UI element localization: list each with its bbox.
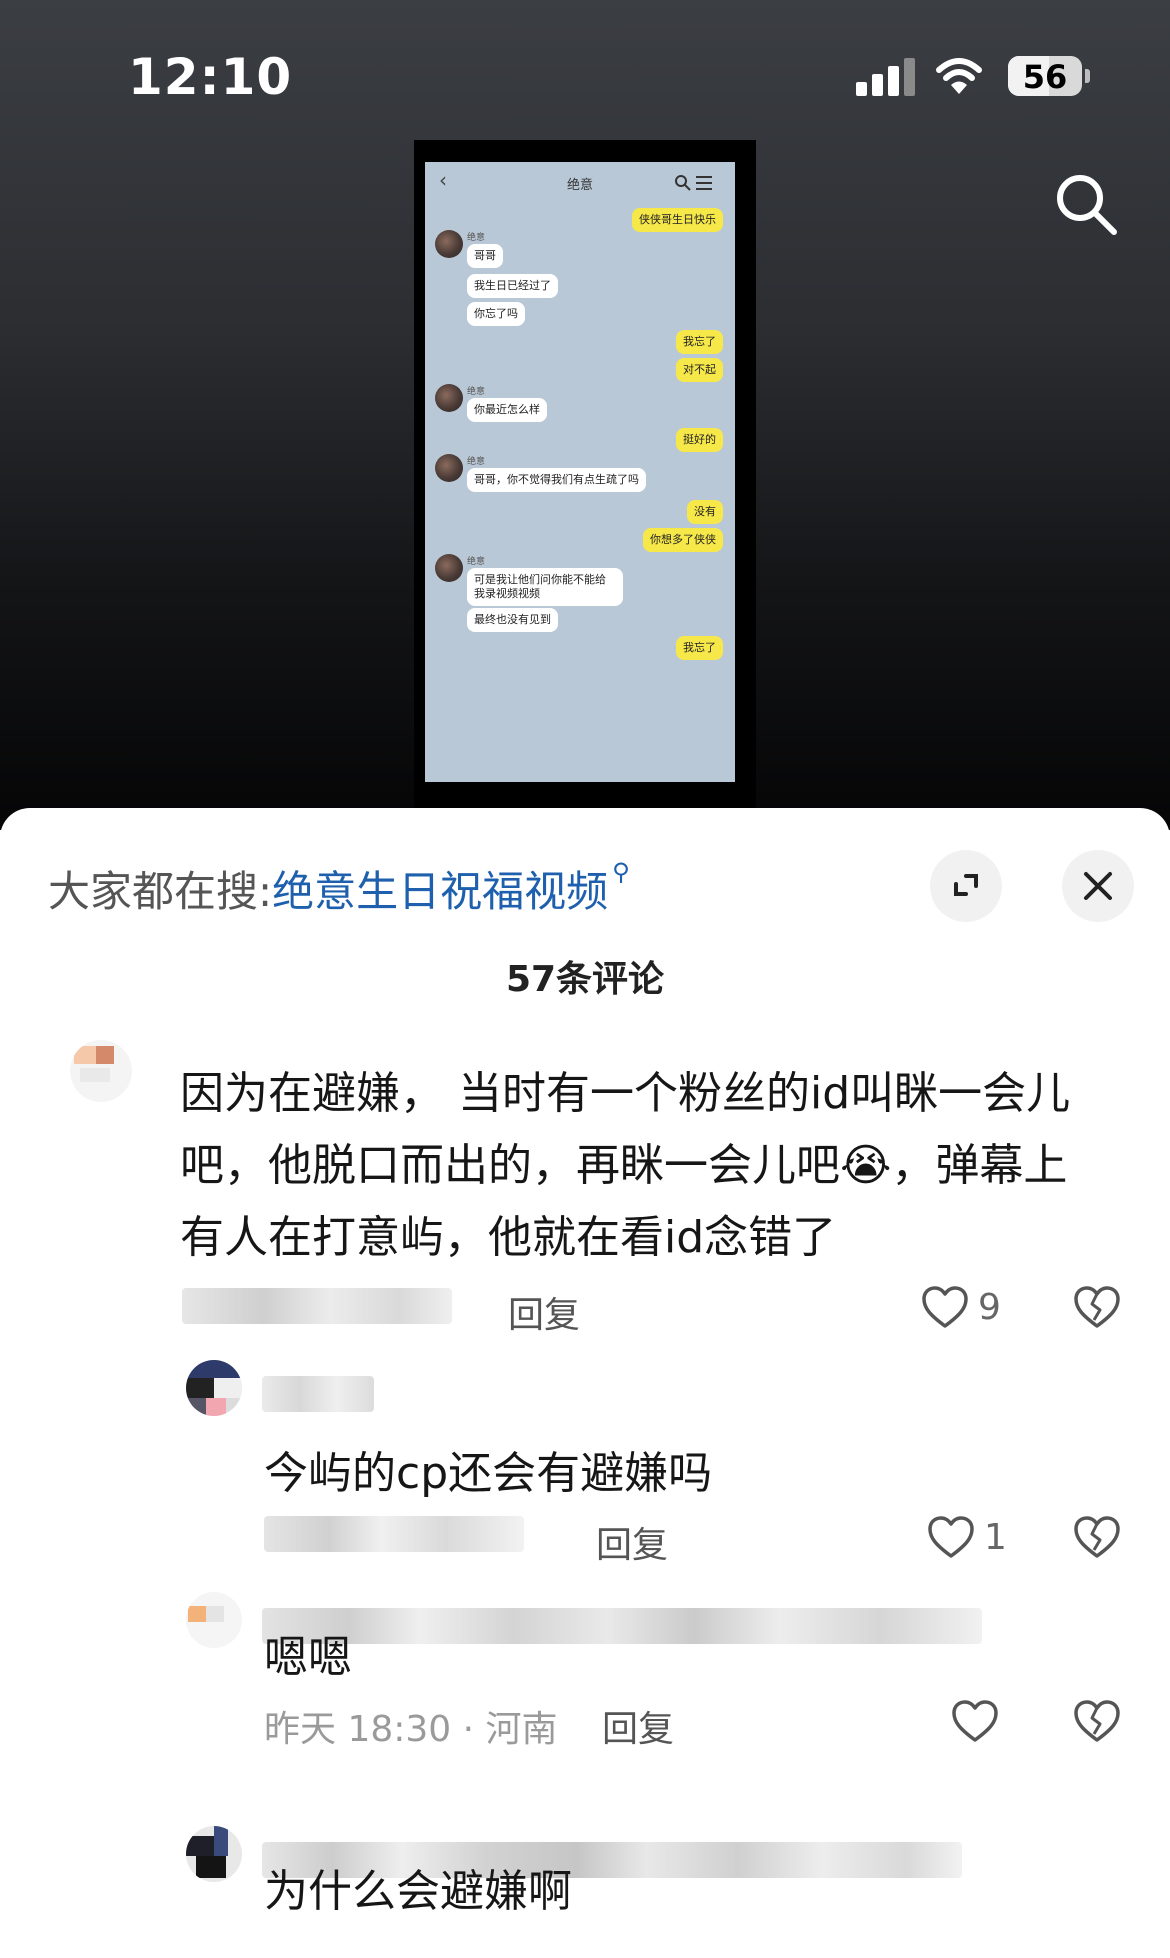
chat-message: 你忘了吗 — [467, 302, 525, 326]
heart-icon — [922, 1286, 968, 1328]
chat-message: 我忘了 — [676, 636, 723, 660]
comment-count: 57条评论 — [505, 959, 665, 1000]
like-count: 1 — [984, 1516, 1007, 1558]
comment-meta-blurred — [264, 1516, 524, 1552]
chat-avatar — [435, 230, 463, 258]
chat-sender: 绝意 — [467, 557, 486, 567]
expand-icon — [954, 874, 978, 896]
comment-meta-blurred — [182, 1288, 452, 1324]
chat-message: 可是我让他们问你能不能给我录视频视频 — [467, 568, 623, 606]
avatar[interactable] — [186, 1592, 242, 1648]
embedded-chat-screenshot: ‹ 绝意 侠侠哥生日快乐 绝意 哥哥 我生日已经过了 你忘了吗 我忘了 对不起 … — [414, 140, 756, 810]
comment-text: 今屿的cp还会有避嫌吗 — [264, 1448, 713, 1499]
avatar[interactable] — [70, 1040, 132, 1102]
chat-message: 你想多了侠侠 — [643, 528, 723, 552]
chat-search-icon — [675, 175, 691, 191]
avatar[interactable] — [186, 1826, 242, 1882]
reply-button[interactable]: 回复 — [596, 1516, 668, 1568]
chat-sender: 绝意 — [467, 387, 486, 397]
trending-search-term[interactable]: 绝意生日祝福视频 — [272, 867, 608, 916]
like-count: 9 — [978, 1286, 1001, 1328]
chat-message: 对不起 — [676, 358, 723, 382]
chat-sender: 绝意 — [467, 457, 486, 467]
close-button[interactable] — [1062, 850, 1134, 922]
heart-icon — [928, 1516, 974, 1558]
chat-avatar — [435, 384, 463, 412]
broken-heart-icon[interactable] — [1072, 1514, 1122, 1560]
status-time: 12:10 — [128, 48, 293, 106]
like-button[interactable]: 1 — [926, 1512, 1007, 1562]
avatar[interactable] — [186, 1360, 242, 1416]
search-small-icon: ⚲ — [612, 858, 630, 886]
cellular-signal-icon — [856, 58, 916, 96]
heart-icon — [952, 1700, 998, 1742]
video-player[interactable]: 12:10 56 ‹ 绝意 侠侠哥生日快乐 绝意 哥哥 我生日已经过了 你忘了吗… — [0, 0, 1170, 830]
chat-message: 我生日已经过了 — [467, 274, 558, 298]
chat-message: 最终也没有见到 — [467, 608, 558, 632]
battery-icon: 56 — [1008, 56, 1090, 96]
chat-message: 哥哥，你不觉得我们有点生疏了吗 — [467, 468, 646, 492]
like-button[interactable]: 9 — [920, 1282, 1001, 1332]
chat-message: 侠侠哥生日快乐 — [632, 208, 723, 232]
chat-sender: 绝意 — [467, 233, 486, 243]
close-icon — [1084, 872, 1112, 900]
search-icon[interactable] — [1050, 168, 1122, 240]
reply-button[interactable]: 回复 — [602, 1700, 674, 1752]
chat-screen: ‹ 绝意 侠侠哥生日快乐 绝意 哥哥 我生日已经过了 你忘了吗 我忘了 对不起 … — [425, 162, 735, 782]
comment-text: 为什么会避嫌啊 — [264, 1866, 572, 1917]
chat-menu-icon — [696, 176, 712, 190]
trending-search-prefix: 大家都在搜: — [48, 867, 273, 916]
chat-avatar — [435, 554, 463, 582]
comment-text: 嗯嗯 — [264, 1632, 352, 1683]
username-blurred[interactable] — [262, 1376, 374, 1412]
comment-sheet: 大家都在搜:绝意生日祝福视频 ⚲ 57条评论 因为在避嫌， 当时有一个粉丝的id叫… — [0, 808, 1170, 1958]
wifi-icon — [936, 58, 982, 94]
broken-heart-icon[interactable] — [1072, 1698, 1122, 1744]
trending-search[interactable]: 大家都在搜:绝意生日祝福视频 ⚲ — [48, 858, 630, 918]
comment-text: 因为在避嫌， 当时有一个粉丝的id叫眯一会儿吧，他脱口而出的，再眯一会儿吧😭，弹… — [180, 1068, 1071, 1263]
chat-message: 你最近怎么样 — [467, 398, 547, 422]
expand-button[interactable] — [930, 850, 1002, 922]
broken-heart-icon[interactable] — [1072, 1284, 1122, 1330]
comment-time-location: 昨天 18:30 · 河南 — [264, 1709, 558, 1750]
reply-button[interactable]: 回复 — [508, 1286, 580, 1338]
status-bar: 12:10 56 — [0, 0, 1170, 150]
chat-message: 挺好的 — [676, 428, 723, 452]
like-button[interactable] — [950, 1696, 1000, 1746]
chat-message: 哥哥 — [467, 244, 503, 268]
chat-avatar — [435, 454, 463, 482]
chat-message: 我忘了 — [676, 330, 723, 354]
chat-message: 没有 — [687, 500, 723, 524]
chat-header: ‹ 绝意 — [425, 162, 735, 202]
battery-level: 56 — [1022, 58, 1068, 96]
